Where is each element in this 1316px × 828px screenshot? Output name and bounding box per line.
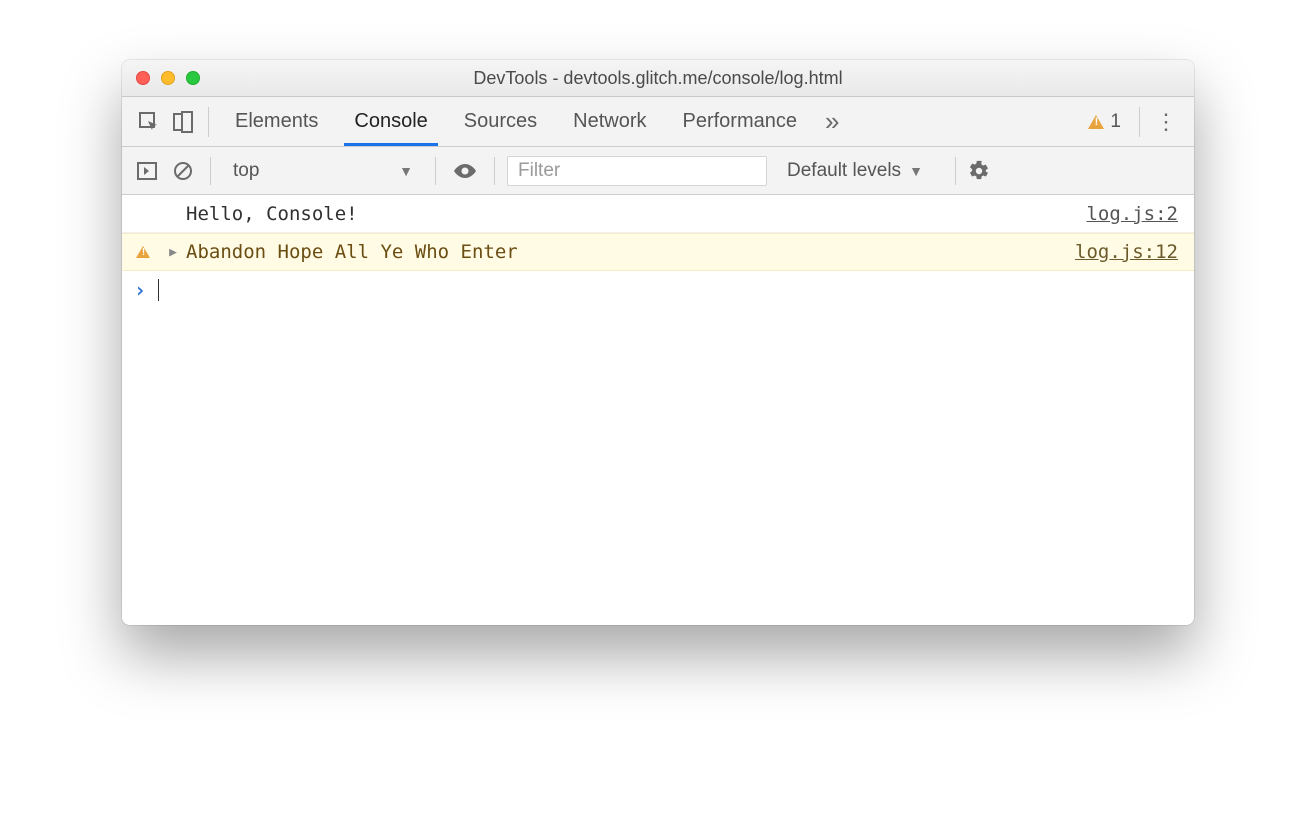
more-tabs-button[interactable]: » bbox=[815, 106, 849, 137]
clear-console-icon[interactable] bbox=[168, 161, 198, 181]
console-toolbar: top ▼ Default levels ▼ bbox=[122, 147, 1194, 195]
filter-input[interactable] bbox=[507, 156, 767, 186]
tabbar: Elements Console Sources Network Perform… bbox=[122, 97, 1194, 147]
warnings-count[interactable]: 1 bbox=[1078, 111, 1131, 133]
device-toolbar-icon[interactable] bbox=[166, 97, 200, 146]
titlebar: DevTools - devtools.glitch.me/console/lo… bbox=[122, 60, 1194, 97]
tab-sources[interactable]: Sources bbox=[446, 97, 555, 146]
inspect-element-icon[interactable] bbox=[132, 97, 166, 146]
warning-icon bbox=[136, 246, 150, 258]
tab-console[interactable]: Console bbox=[336, 97, 445, 146]
tab-label: Sources bbox=[464, 110, 537, 133]
divider bbox=[208, 107, 209, 137]
log-message: Abandon Hope All Ye Who Enter bbox=[182, 241, 1075, 263]
window-title: DevTools - devtools.glitch.me/console/lo… bbox=[122, 68, 1194, 89]
row-gutter bbox=[122, 246, 164, 258]
toggle-sidebar-icon[interactable] bbox=[132, 162, 162, 180]
tab-label: Network bbox=[573, 110, 646, 133]
chevron-down-icon: ▼ bbox=[909, 163, 923, 179]
tab-elements[interactable]: Elements bbox=[217, 97, 336, 146]
tab-label: Performance bbox=[683, 110, 798, 133]
expand-toggle[interactable]: ▶ bbox=[164, 245, 182, 260]
divider bbox=[955, 157, 956, 185]
divider bbox=[210, 157, 211, 185]
chevron-down-icon: ▼ bbox=[399, 163, 413, 179]
execution-context-select[interactable]: top ▼ bbox=[223, 160, 423, 182]
prompt-caret-icon: › bbox=[134, 278, 146, 302]
source-link[interactable]: log.js:12 bbox=[1075, 241, 1178, 263]
console-settings-icon[interactable] bbox=[968, 160, 1008, 182]
tab-performance[interactable]: Performance bbox=[665, 97, 816, 146]
tab-label: Console bbox=[354, 110, 427, 133]
chevron-right-double-icon: » bbox=[825, 106, 839, 136]
console-prompt[interactable]: › bbox=[122, 271, 1194, 309]
console-output: Hello, Console! log.js:2 ▶ Abandon Hope … bbox=[122, 195, 1194, 625]
divider bbox=[435, 157, 436, 185]
warnings-count-value: 1 bbox=[1110, 111, 1121, 133]
log-levels-select[interactable]: Default levels ▼ bbox=[773, 160, 937, 182]
kebab-menu-button[interactable]: ⋮ bbox=[1148, 109, 1184, 135]
console-row-warn: ▶ Abandon Hope All Ye Who Enter log.js:1… bbox=[122, 233, 1194, 271]
console-row-log: Hello, Console! log.js:2 bbox=[122, 195, 1194, 233]
devtools-window: DevTools - devtools.glitch.me/console/lo… bbox=[122, 60, 1194, 625]
text-cursor bbox=[158, 279, 159, 301]
context-label: top bbox=[233, 160, 259, 182]
live-expression-icon[interactable] bbox=[448, 163, 482, 179]
tabs: Elements Console Sources Network Perform… bbox=[217, 97, 815, 146]
source-link[interactable]: log.js:2 bbox=[1086, 203, 1178, 225]
divider bbox=[1139, 107, 1140, 137]
log-message: Hello, Console! bbox=[182, 203, 1086, 225]
warning-icon bbox=[1088, 115, 1104, 129]
tab-label: Elements bbox=[235, 110, 318, 133]
divider bbox=[494, 157, 495, 185]
tab-network[interactable]: Network bbox=[555, 97, 664, 146]
levels-label: Default levels bbox=[787, 160, 901, 182]
